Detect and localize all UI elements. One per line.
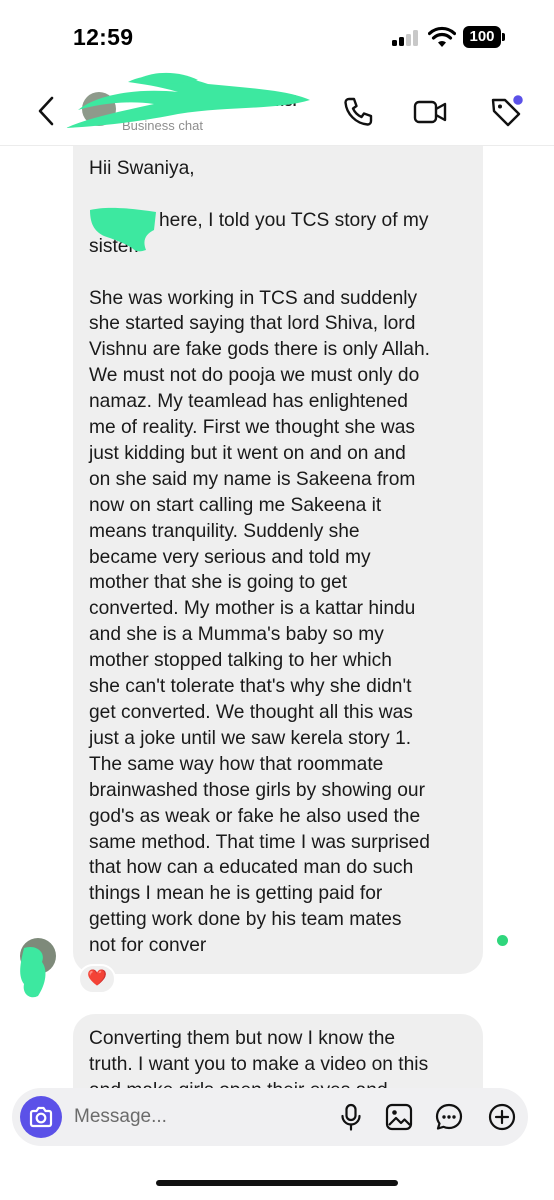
message-line: mother that she is going to get	[89, 572, 348, 594]
gallery-icon[interactable]	[384, 1102, 414, 1132]
clock: 12:59	[73, 24, 134, 50]
message-line: namaz. My teamlead has enlightened	[89, 391, 408, 413]
message-line: converted. My mother is a kattar hindu	[89, 598, 416, 620]
message-line: The same way how that roommate	[89, 753, 384, 775]
redaction-scribble	[90, 207, 156, 252]
camera-button[interactable]	[20, 1096, 62, 1138]
message-line: she started saying that lord Shiva, lord	[89, 313, 416, 335]
message-line: me of reality. First we thought she was	[89, 417, 415, 439]
camera-icon	[29, 1106, 53, 1128]
message-line: truth. I want you to make a video on thi…	[89, 1053, 429, 1075]
add-icon[interactable]	[487, 1102, 517, 1132]
status-bar: 12:59 100	[0, 0, 554, 80]
message-line: brainwashed those girls by showing our	[89, 779, 425, 801]
tag-icon[interactable]	[488, 94, 524, 130]
heart-reaction[interactable]: ❤️	[78, 964, 116, 994]
message-input[interactable]: Message...	[74, 1106, 167, 1128]
phone-icon[interactable]	[340, 94, 376, 130]
battery-level: 100	[463, 26, 501, 48]
message-line: god's as weak or fake he also used the	[89, 805, 421, 827]
battery-icon: 100	[463, 26, 507, 48]
message-composer: Message...	[12, 1088, 528, 1146]
message-line: get converted. We thought all this was	[89, 702, 413, 723]
message-line: not for conver	[89, 935, 207, 957]
message-line: mother stopped talking to her which	[89, 650, 392, 672]
home-indicator	[156, 1180, 398, 1186]
message-line: Vishnu are fake gods there is only Allah…	[89, 339, 430, 361]
message-line: just kidding but it went on and on and	[89, 442, 406, 464]
message-line: getting work done by his team mates	[89, 909, 402, 931]
message-line: just a joke until we saw kerela story 1.	[89, 727, 412, 749]
message-line: and she is a Mumma's baby so my	[89, 624, 384, 646]
microphone-icon[interactable]	[336, 1102, 366, 1132]
back-arrow-icon[interactable]	[34, 94, 60, 128]
message-line: Hii Swaniya,	[89, 158, 195, 179]
message-line: on she said my name is Sakeena from	[89, 468, 416, 490]
signal-icon	[392, 30, 422, 46]
message-line: She was working in TCS and suddenly	[89, 287, 418, 309]
message-line: same method. That time I was surprised	[89, 831, 430, 853]
message-line: means tranquility. Suddenly she	[89, 520, 360, 542]
wifi-icon	[428, 26, 456, 47]
message-line: became very serious and told my	[89, 546, 371, 568]
online-indicator	[497, 935, 508, 946]
sticker-chat-icon[interactable]	[434, 1102, 464, 1132]
message-bubble[interactable]: Hii Swaniya, here, I told you TCS story o…	[73, 146, 483, 974]
message-line: that how can a educated man do such	[89, 857, 414, 879]
message-line: now on start calling me Sakeena it	[89, 494, 382, 516]
video-call-icon[interactable]	[412, 94, 448, 130]
redaction-scribble	[66, 72, 310, 128]
message-line: Converting them but now I know the	[89, 1028, 396, 1049]
message-line: We must not do pooja we must only do	[89, 365, 420, 387]
message-line: she can't tolerate that's why she didn't	[89, 676, 412, 698]
message-line: things I mean he is getting paid for	[89, 883, 383, 905]
redaction-scribble	[20, 946, 46, 998]
